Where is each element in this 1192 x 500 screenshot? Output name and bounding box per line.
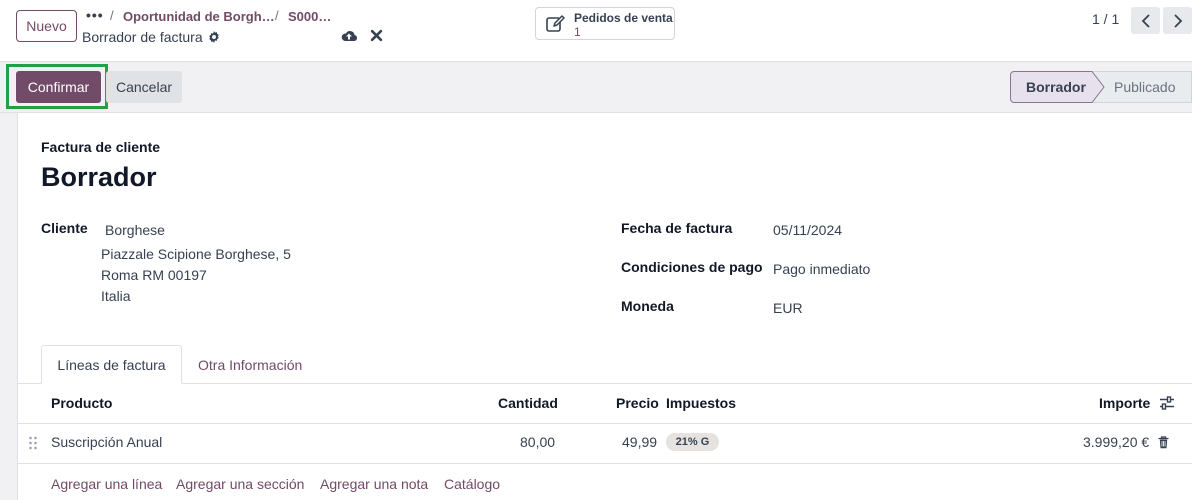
payment-terms-label: Condiciones de pago <box>621 259 763 275</box>
chevron-right-icon <box>1173 13 1182 28</box>
customer-label: Cliente <box>41 220 88 236</box>
edit-icon <box>546 15 565 32</box>
control-panel: Nuevo ••• / Oportunidad de Borgh… / S000… <box>0 0 1192 62</box>
tax-badge[interactable]: 21% G <box>666 433 719 451</box>
status-stage-draft[interactable]: Borrador <box>1026 79 1086 95</box>
column-header-quantity[interactable]: Cantidad <box>498 395 558 411</box>
pager-previous-button[interactable] <box>1131 7 1160 34</box>
record-title-text: Borrador de factura <box>82 29 203 45</box>
currency-label: Moneda <box>621 298 674 314</box>
address-line: Roma RM 00197 <box>101 267 207 283</box>
breadcrumb-sale-order[interactable]: S000… <box>288 9 331 24</box>
cancel-button[interactable]: Cancelar <box>106 71 182 103</box>
close-icon[interactable] <box>370 29 383 42</box>
breadcrumb-separator: / <box>110 8 114 23</box>
add-section-link[interactable]: Agregar una sección <box>176 476 304 492</box>
catalog-link[interactable]: Catálogo <box>444 476 500 492</box>
invoice-date-label: Fecha de factura <box>621 220 733 236</box>
customer-field[interactable]: Borghese <box>105 222 165 238</box>
smart-button-label: Pedidos de venta <box>574 11 673 25</box>
column-header-amount[interactable]: Importe <box>1099 395 1150 411</box>
column-header-taxes[interactable]: Impuestos <box>666 395 736 411</box>
currency-field[interactable]: EUR <box>773 300 803 316</box>
tab-invoice-lines[interactable]: Líneas de factura <box>41 345 182 384</box>
cell-price[interactable]: 49,99 <box>622 434 657 450</box>
record-title: Borrador de factura <box>82 29 220 45</box>
column-header-product[interactable]: Producto <box>51 395 112 411</box>
document-type: Factura de cliente <box>41 139 161 155</box>
table-row-divider <box>17 463 1192 464</box>
form-sheet <box>17 113 1192 500</box>
smart-button-count: 1 <box>574 25 581 39</box>
cell-product[interactable]: Suscripción Anual <box>51 434 162 450</box>
add-note-link[interactable]: Agregar una nota <box>320 476 428 492</box>
gear-icon[interactable] <box>208 31 220 43</box>
tab-other-info[interactable]: Otra Información <box>190 345 310 384</box>
column-header-price[interactable]: Precio <box>616 395 659 411</box>
new-button[interactable]: Nuevo <box>16 10 77 42</box>
cell-quantity[interactable]: 80,00 <box>520 434 555 450</box>
add-line-link[interactable]: Agregar una línea <box>51 476 162 492</box>
page-title: Borrador <box>41 162 157 192</box>
chevron-left-icon <box>1141 13 1150 28</box>
status-stage-posted[interactable]: Publicado <box>1114 79 1176 95</box>
pager-value[interactable]: 1 / 1 <box>1092 11 1119 27</box>
sale-orders-smart-button[interactable]: Pedidos de venta 1 <box>535 7 675 40</box>
invoice-date-field[interactable]: 05/11/2024 <box>773 222 842 238</box>
status-bar: Borrador Publicado <box>1010 71 1192 103</box>
settings-sliders-icon[interactable] <box>1159 396 1175 410</box>
breadcrumb-separator: / <box>275 8 279 23</box>
cloud-upload-icon[interactable] <box>341 28 357 42</box>
address-line: Piazzale Scipione Borghese, 5 <box>101 246 291 262</box>
breadcrumb-more-button[interactable]: ••• <box>86 7 104 23</box>
address-line: Italia <box>101 288 131 304</box>
confirm-button[interactable]: Confirmar <box>16 71 101 103</box>
drag-handle-icon[interactable] <box>28 436 38 450</box>
table-header-divider <box>17 423 1192 424</box>
pager-next-button[interactable] <box>1163 7 1192 34</box>
payment-terms-field[interactable]: Pago inmediato <box>773 261 870 277</box>
breadcrumb-opportunity[interactable]: Oportunidad de Borgh… <box>123 9 275 24</box>
trash-icon[interactable] <box>1158 436 1169 449</box>
cell-amount: 3.999,20 € <box>1083 434 1150 450</box>
